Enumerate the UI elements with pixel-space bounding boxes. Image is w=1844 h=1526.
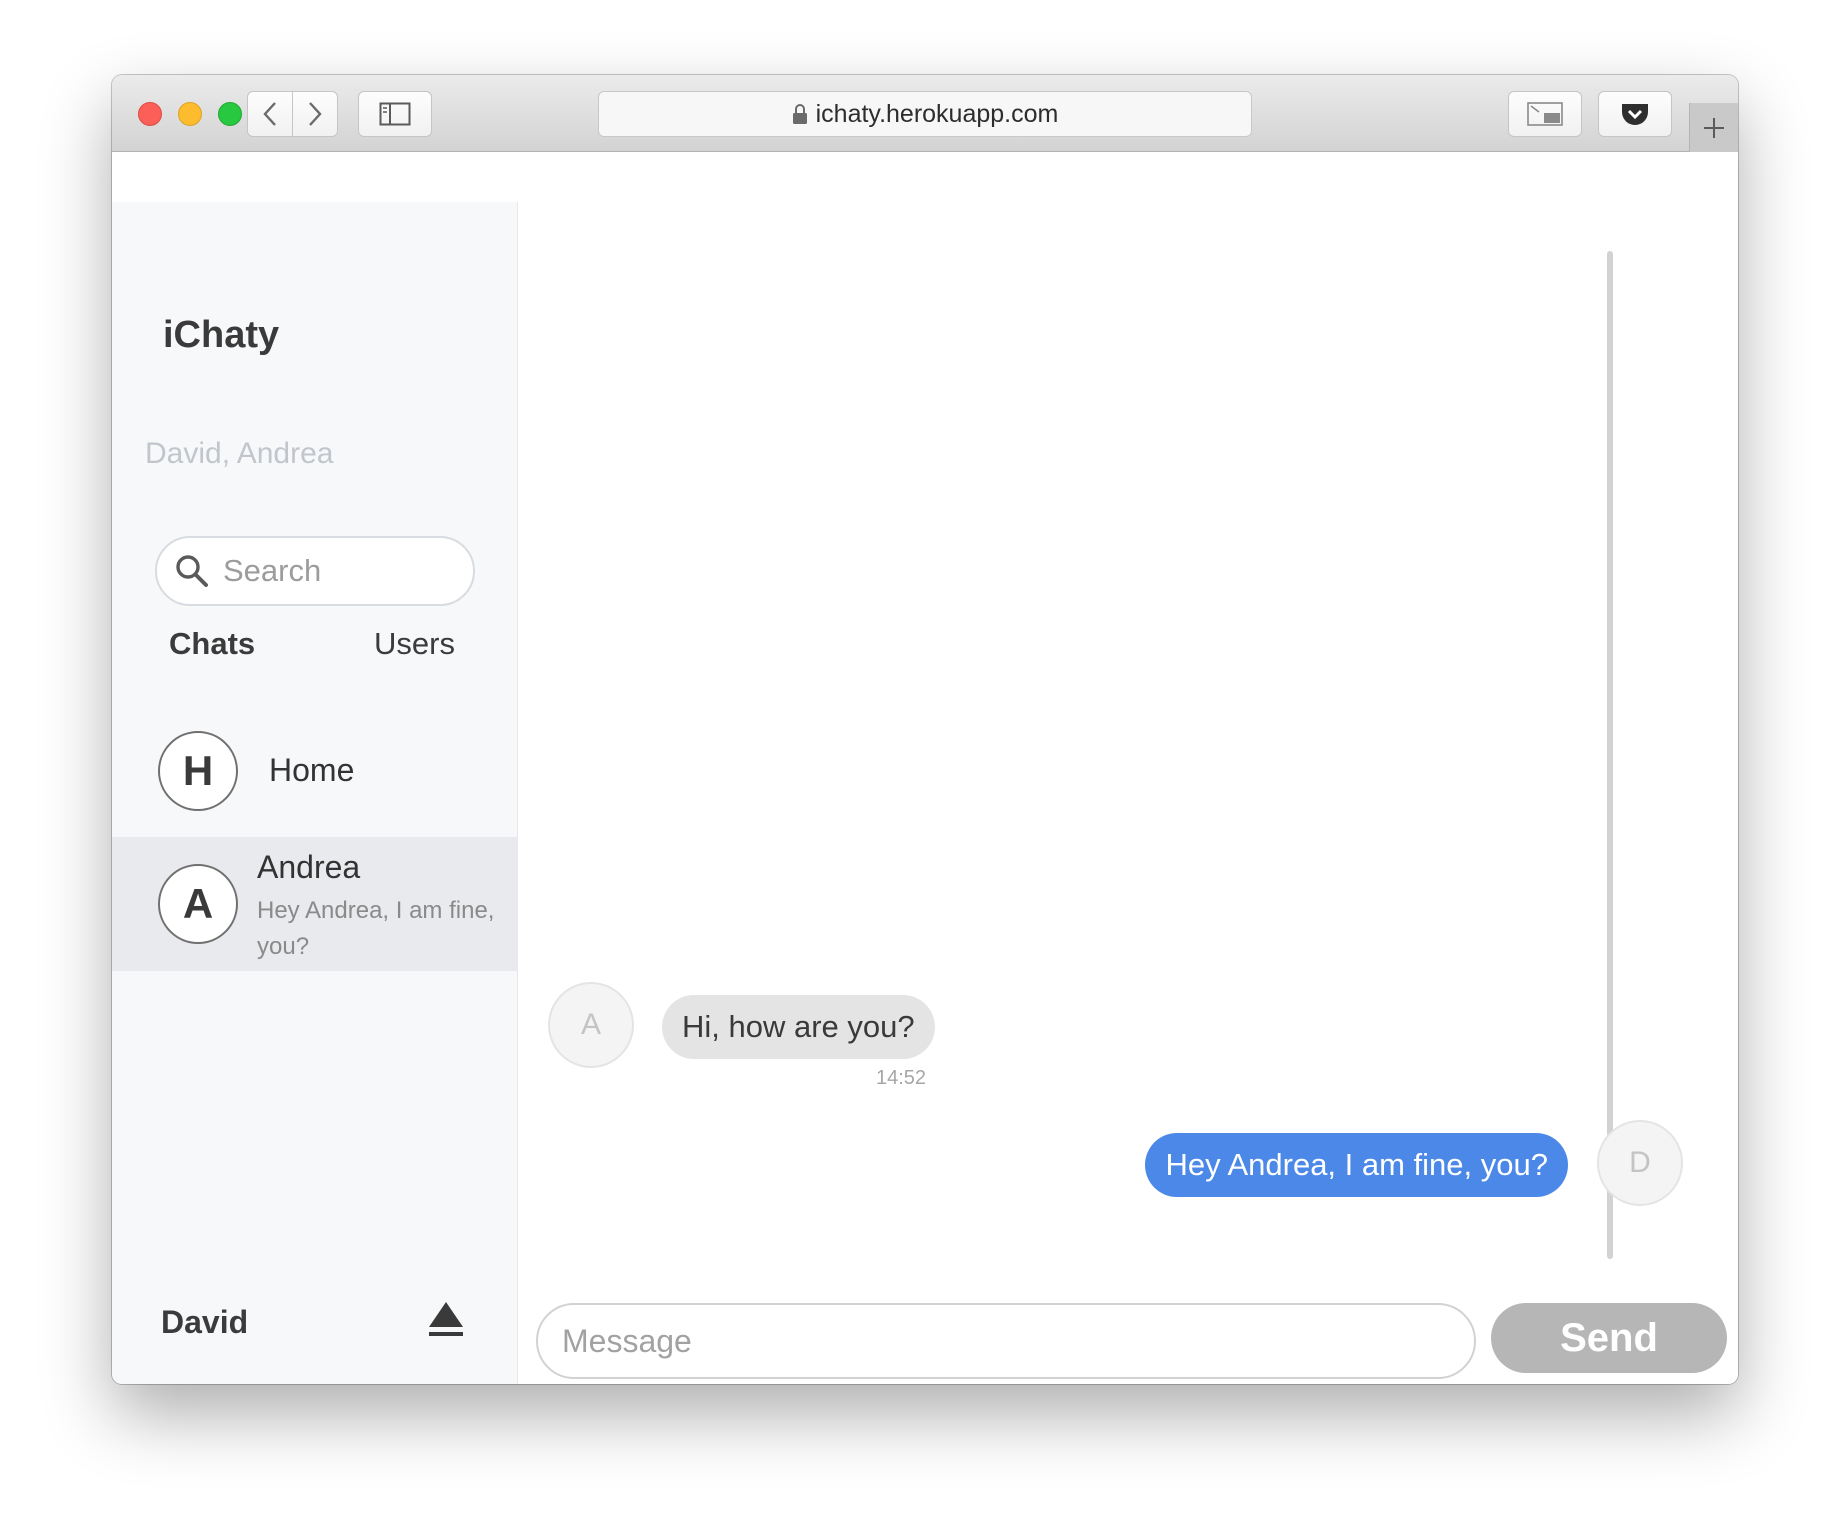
current-user-name: David bbox=[161, 1304, 249, 1340]
chat-preview: Hey Andrea, I am fine, you? bbox=[257, 897, 495, 960]
browser-toolbar: ichaty.herokuapp.com bbox=[112, 75, 1738, 153]
search-icon bbox=[176, 555, 208, 587]
back-button[interactable] bbox=[247, 91, 293, 137]
url-text: ichaty.herokuapp.com bbox=[815, 99, 1059, 128]
minimize-window-button[interactable] bbox=[178, 102, 202, 126]
tab-chats[interactable]: Chats bbox=[169, 626, 255, 662]
chat-name: Andrea bbox=[257, 849, 361, 885]
plus-icon bbox=[1704, 118, 1724, 138]
pocket-icon bbox=[1622, 104, 1648, 125]
forward-button[interactable] bbox=[292, 91, 338, 137]
chat-item-home[interactable]: H Home bbox=[112, 714, 518, 828]
conversation-panel bbox=[519, 152, 1738, 1384]
search-box[interactable] bbox=[155, 536, 475, 606]
sidebar: iChaty David, Andrea Chats Users H Home … bbox=[112, 202, 518, 1384]
message-input[interactable] bbox=[536, 1303, 1476, 1379]
chat-name: Home bbox=[269, 752, 355, 788]
tab-users[interactable]: Users bbox=[374, 626, 455, 662]
send-button[interactable]: Send bbox=[1491, 1303, 1727, 1373]
message-avatar: D bbox=[1597, 1120, 1683, 1206]
chevron-left-icon bbox=[263, 102, 276, 126]
new-tab-button[interactable] bbox=[1689, 103, 1738, 153]
chevron-right-icon bbox=[309, 102, 322, 126]
sidebar-icon bbox=[379, 102, 411, 126]
picture-in-picture-icon bbox=[1527, 102, 1563, 126]
search-input[interactable] bbox=[223, 553, 463, 589]
close-window-button[interactable] bbox=[138, 102, 162, 126]
lock-icon bbox=[792, 104, 807, 124]
message-timestamp: 14:52 bbox=[876, 1067, 927, 1089]
outgoing-message-bubble: Hey Andrea, I am fine, you? bbox=[1145, 1133, 1568, 1197]
chat-avatar: H bbox=[158, 731, 238, 811]
picture-in-picture-button[interactable] bbox=[1508, 91, 1582, 137]
zoom-window-button[interactable] bbox=[218, 102, 242, 126]
eject-icon[interactable] bbox=[426, 1299, 466, 1339]
conversation-scrollbar[interactable] bbox=[1607, 251, 1613, 1259]
pocket-button[interactable] bbox=[1598, 91, 1672, 137]
sidebar-toggle-button[interactable] bbox=[358, 91, 432, 137]
message-avatar: A bbox=[548, 982, 634, 1068]
incoming-message-bubble: Hi, how are you? bbox=[662, 995, 935, 1059]
chat-avatar: A bbox=[158, 864, 238, 944]
chat-item-andrea[interactable]: A Andrea Hey Andrea, I am fine, you? bbox=[112, 837, 518, 971]
chat-members: David, Andrea bbox=[145, 437, 334, 470]
app-title: iChaty bbox=[163, 314, 280, 356]
address-bar[interactable]: ichaty.herokuapp.com bbox=[598, 91, 1252, 137]
